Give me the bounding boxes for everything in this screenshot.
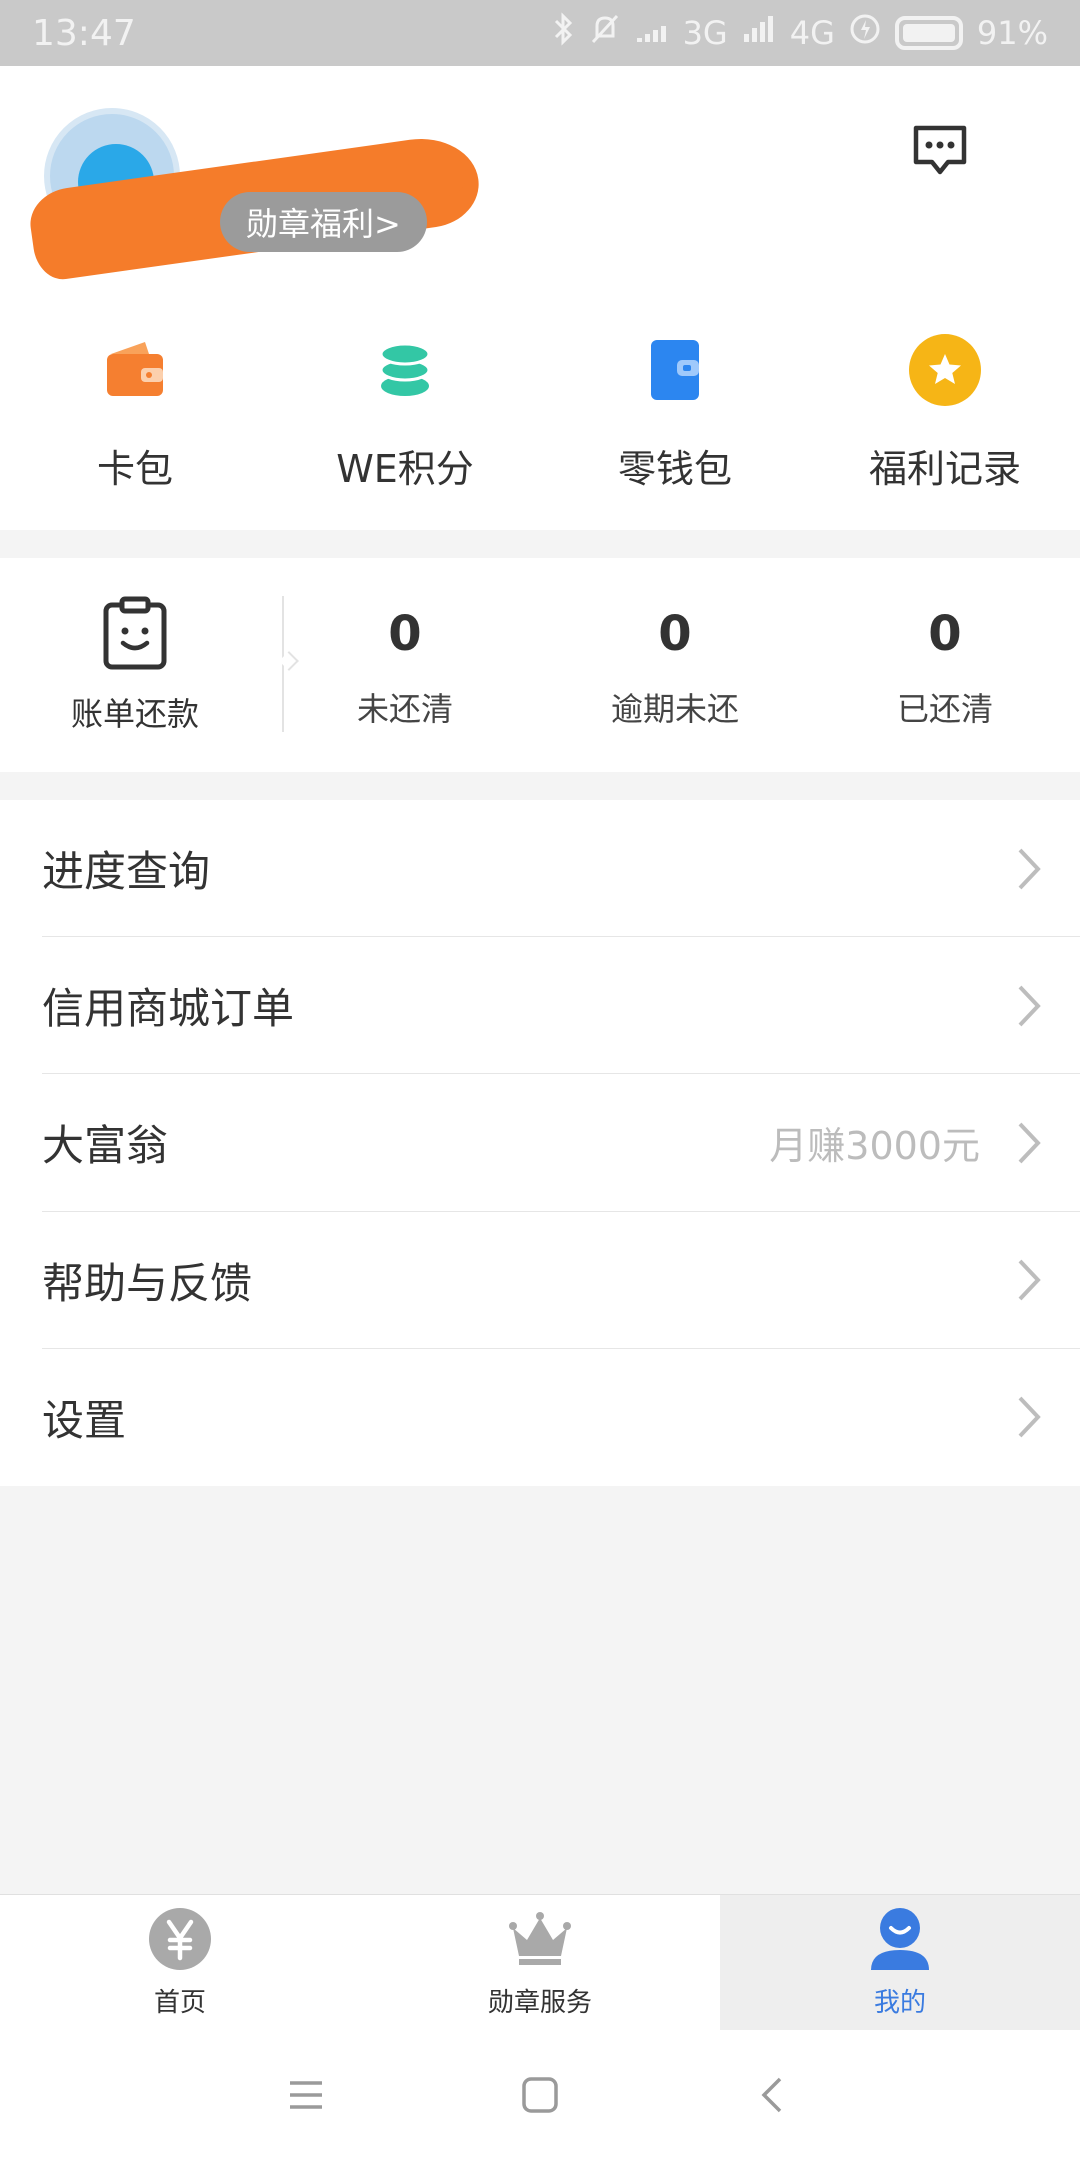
bill-repayment-button[interactable]: 账单还款 xyxy=(0,558,270,772)
clipboard-smile-icon xyxy=(102,595,168,671)
signal-weak-icon xyxy=(635,14,669,52)
menu-item-help-feedback[interactable]: 帮助与反馈 xyxy=(0,1212,1080,1349)
bill-stat-unpaid[interactable]: 0 未还清 xyxy=(270,606,540,730)
network-4g-label: 4G xyxy=(789,14,835,52)
quick-action-label: 福利记录 xyxy=(868,447,1021,491)
bottom-tab-bar: 首页 勋章服务 我的 xyxy=(0,1894,1080,2030)
menu-item-hint: 月赚3000元 xyxy=(769,1124,980,1169)
user-icon xyxy=(871,1908,929,1970)
chevron-right-icon xyxy=(1018,1396,1041,1438)
quick-action-label: WE积分 xyxy=(336,447,474,491)
quick-action-card-wallet[interactable]: 卡包 xyxy=(0,332,270,493)
charging-icon xyxy=(849,12,881,54)
bill-stat-value: 0 xyxy=(928,606,962,662)
tab-badge-services[interactable]: 勋章服务 xyxy=(360,1895,720,2030)
status-time: 13:47 xyxy=(32,12,136,54)
settings-menu: 进度查询 信用商城订单 大富翁 月赚3000元 帮助与反馈 设置 xyxy=(0,800,1080,1486)
quick-action-label: 卡包 xyxy=(96,447,173,491)
message-icon[interactable] xyxy=(910,120,970,180)
tab-mine[interactable]: 我的 xyxy=(720,1895,1080,2030)
bill-stat-label: 逾期未还 xyxy=(610,690,739,728)
yen-icon xyxy=(149,1908,211,1970)
bill-stat-value: 0 xyxy=(658,606,692,662)
quick-action-label: 零钱包 xyxy=(617,447,732,491)
menu-item-credit-mall-orders[interactable]: 信用商城订单 xyxy=(0,937,1080,1075)
status-icons: 3G 4G 91% xyxy=(553,12,1048,54)
battery-icon xyxy=(894,16,963,50)
tab-label: 我的 xyxy=(873,1988,926,2018)
bill-repayment-panel: 账单还款 0 未还清 0 逾期未还 0 已还清 xyxy=(0,558,1080,772)
network-3g-label: 3G xyxy=(682,14,728,52)
menu-item-label: 设置 xyxy=(42,1395,127,1445)
purse-icon xyxy=(637,332,713,408)
tab-home[interactable]: 首页 xyxy=(0,1895,360,2030)
system-nav-bar xyxy=(0,2030,1080,2160)
bill-stat-value: 0 xyxy=(388,606,422,662)
coins-stack-icon xyxy=(367,332,443,408)
wallet-icon xyxy=(97,332,173,408)
profile-header: 闪 勋章福利> 卡包 xyxy=(0,66,1080,530)
bill-stat-label: 已还清 xyxy=(896,690,993,728)
star-icon xyxy=(907,332,983,408)
menu-item-label: 信用商城订单 xyxy=(42,984,295,1034)
menu-item-monopoly[interactable]: 大富翁 月赚3000元 xyxy=(0,1074,1080,1212)
chevron-right-icon xyxy=(1018,985,1041,1027)
battery-percent: 91% xyxy=(976,14,1048,52)
bill-stat-overdue[interactable]: 0 逾期未还 xyxy=(540,606,810,730)
chevron-right-icon xyxy=(1018,848,1041,889)
signal-icon xyxy=(742,14,776,52)
home-square-icon[interactable] xyxy=(518,2073,562,2117)
chevron-right-icon xyxy=(1018,1122,1041,1164)
menu-item-label: 大富翁 xyxy=(42,1121,169,1171)
bill-stat-paid[interactable]: 0 已还清 xyxy=(810,606,1080,730)
quick-action-we-points[interactable]: WE积分 xyxy=(270,332,540,493)
crown-icon xyxy=(509,1912,571,1965)
tab-label: 首页 xyxy=(153,1988,206,2018)
quick-action-welfare-records[interactable]: 福利记录 xyxy=(810,332,1080,493)
status-bar: 13:47 3G 4G 91% xyxy=(0,0,1080,66)
tab-label: 勋章服务 xyxy=(487,1988,592,2018)
badge-welfare-button[interactable]: 勋章福利> xyxy=(220,192,427,252)
chevron-right-icon xyxy=(1018,1259,1041,1301)
menu-item-progress-query[interactable]: 进度查询 xyxy=(0,800,1080,938)
menu-item-label: 帮助与反馈 xyxy=(42,1258,253,1308)
menu-item-label: 进度查询 xyxy=(42,847,211,897)
quick-action-change-wallet[interactable]: 零钱包 xyxy=(540,332,810,493)
bluetooth-icon xyxy=(553,12,575,54)
menu-icon[interactable] xyxy=(284,2073,328,2117)
back-icon[interactable] xyxy=(752,2073,796,2117)
menu-item-settings[interactable]: 设置 xyxy=(0,1349,1080,1486)
quick-actions: 卡包 WE积分 零钱包 福利记录 xyxy=(0,332,1080,493)
mute-bell-icon xyxy=(589,12,621,54)
bill-repayment-label: 账单还款 xyxy=(70,695,199,733)
bill-stat-label: 未还清 xyxy=(356,690,453,728)
